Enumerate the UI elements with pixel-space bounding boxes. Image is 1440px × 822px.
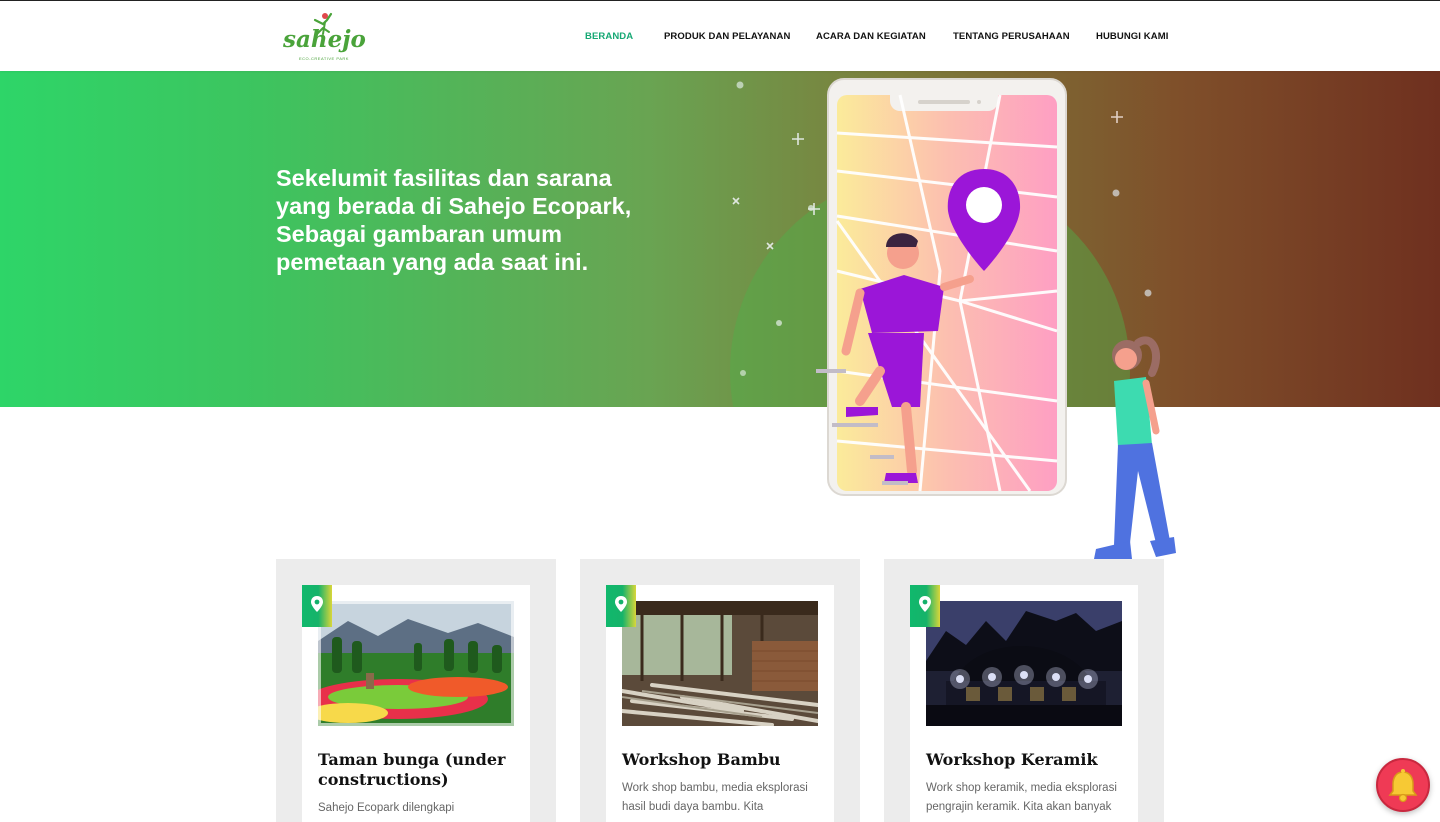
site-header: sahejo ECO-CREATIVE PARK BERANDA PRODUK …: [0, 0, 1440, 71]
facility-image-ceramic-workshop: [926, 601, 1122, 726]
hero-title: Sekelumit fasilitas dan sarana yang bera…: [276, 165, 632, 275]
nav-item-tentang[interactable]: TENTANG PERUSAHAAN: [953, 31, 1070, 42]
location-badge: [910, 585, 940, 627]
facility-card-body: Workshop Keramik Work shop keramik, medi…: [910, 585, 1138, 822]
facility-card-title[interactable]: Workshop Bambu: [622, 750, 822, 770]
facility-card-title[interactable]: Taman bunga (under constructions): [318, 750, 518, 790]
facility-card[interactable]: Taman bunga (under constructions) Sahejo…: [276, 559, 556, 822]
notification-button[interactable]: [1376, 758, 1430, 812]
main-nav: BERANDA PRODUK DAN PELAYANAN ACARA DAN K…: [0, 31, 1440, 45]
nav-item-hubungi[interactable]: HUBUNGI KAMI: [1096, 31, 1168, 42]
location-badge: [606, 585, 636, 627]
nav-item-beranda[interactable]: BERANDA: [585, 31, 633, 42]
location-badge: [302, 585, 332, 627]
facility-image-bamboo-workshop: [622, 601, 818, 726]
facility-card[interactable]: Workshop Keramik Work shop keramik, medi…: [884, 559, 1164, 822]
nav-item-acara[interactable]: ACARA DAN KEGIATAN: [816, 31, 926, 42]
map-pin-icon: [311, 596, 323, 612]
facility-card-title[interactable]: Workshop Keramik: [926, 750, 1126, 770]
nav-item-produk[interactable]: PRODUK DAN PELAYANAN: [664, 31, 790, 42]
facility-card-description: Sahejo Ecopark dilengkapi: [318, 802, 455, 814]
facility-image-flower-garden: [318, 601, 514, 726]
facility-card[interactable]: Workshop Bambu Work shop bambu, media ek…: [580, 559, 860, 822]
facility-card-body: Workshop Bambu Work shop bambu, media ek…: [606, 585, 834, 822]
bell-icon: [1388, 769, 1418, 803]
hero-illustration: [816, 78, 1176, 559]
map-pin-icon: [919, 596, 931, 612]
facility-cards: Taman bunga (under constructions) Sahejo…: [276, 559, 1164, 822]
logo-subtitle: ECO-CREATIVE PARK: [299, 56, 349, 61]
facility-card-description: Work shop bambu, media eksplorasi hasil …: [622, 782, 808, 813]
map-pin-icon: [615, 596, 627, 612]
facility-card-body: Taman bunga (under constructions) Sahejo…: [302, 585, 530, 822]
facility-card-description: Work shop keramik, media eksplorasi peng…: [926, 782, 1117, 813]
